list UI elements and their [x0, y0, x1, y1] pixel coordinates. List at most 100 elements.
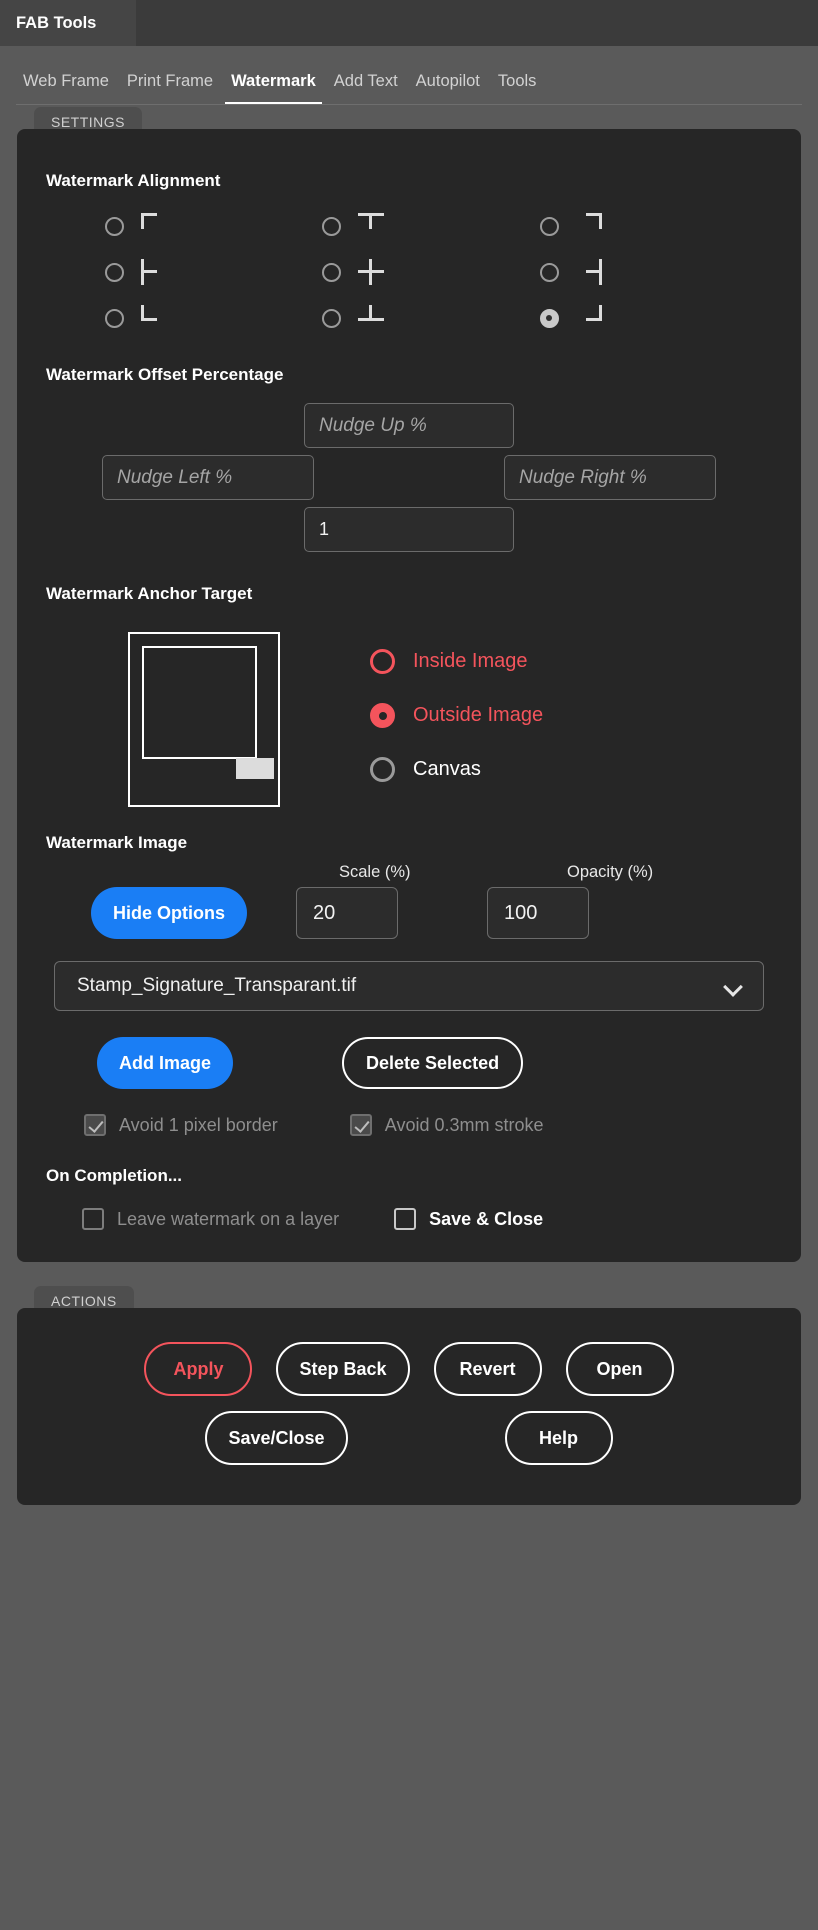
save-close-button[interactable]: Save/Close: [205, 1411, 348, 1465]
avoid-1px-border-checkbox[interactable]: Avoid 1 pixel border: [84, 1114, 278, 1136]
nudge-right-input[interactable]: Nudge Right %: [504, 455, 716, 500]
avoid-stroke-checkbox[interactable]: Avoid 0.3mm stroke: [349, 1114, 544, 1136]
radio-middle-left[interactable]: [105, 262, 124, 282]
radio-top-left[interactable]: [105, 216, 124, 236]
opacity-input[interactable]: 100: [487, 887, 589, 939]
corner-middle-center-icon: [358, 259, 385, 285]
help-button[interactable]: Help: [504, 1411, 613, 1465]
radio-top-center[interactable]: [322, 216, 342, 236]
tab-watermark[interactable]: Watermark: [222, 72, 325, 105]
radio-canvas[interactable]: [370, 757, 395, 782]
alignment-option-bottom-left[interactable]: [105, 305, 322, 331]
alignment-option-top-right[interactable]: [539, 213, 757, 239]
corner-top-right-icon: [576, 213, 602, 239]
actions-row-primary: Apply Step Back Revert Open: [17, 1308, 801, 1396]
actions-panel-wrapper: ACTIONS Apply Step Back Revert Open Save…: [17, 1286, 801, 1505]
alignment-option-top-left[interactable]: [105, 213, 322, 239]
radio-middle-right[interactable]: [539, 262, 559, 282]
opacity-value: 100: [504, 901, 538, 924]
add-image-button[interactable]: Add Image: [97, 1037, 234, 1089]
tab-print-frame[interactable]: Print Frame: [118, 72, 222, 105]
open-button[interactable]: Open: [565, 1342, 674, 1396]
hide-options-button[interactable]: Hide Options: [91, 887, 247, 939]
on-completion-heading: On Completion...: [46, 1166, 182, 1185]
settings-panel-wrapper: SETTINGS Watermark Alignment Watermark O…: [17, 107, 801, 1262]
save-and-close-checkbox[interactable]: Save & Close: [394, 1208, 543, 1230]
tab-web-frame[interactable]: Web Frame: [14, 72, 118, 105]
revert-button[interactable]: Revert: [433, 1342, 542, 1396]
tab-label: Web Frame: [23, 72, 109, 90]
apply-button[interactable]: Apply: [144, 1342, 253, 1396]
nudge-left-placeholder: Nudge Left %: [117, 466, 233, 488]
settings-panel: Watermark Alignment Watermark Offset Per…: [17, 129, 801, 1262]
radio-bottom-center[interactable]: [322, 308, 342, 328]
nudge-left-input[interactable]: Nudge Left %: [102, 455, 314, 500]
alignment-option-middle-right[interactable]: [539, 259, 757, 285]
title-bar-empty-area: [136, 0, 818, 46]
corner-bottom-left-icon: [141, 305, 167, 331]
step-back-button[interactable]: Step Back: [276, 1342, 410, 1396]
alignment-radio-grid: [17, 191, 801, 331]
watermark-offset-heading: Watermark Offset Percentage: [46, 365, 284, 384]
alignment-option-bottom-center[interactable]: [322, 305, 539, 331]
nudge-down-input[interactable]: 1: [304, 507, 514, 552]
radio-middle-center[interactable]: [322, 262, 342, 282]
anchor-target-row: Inside Image Outside Image Canvas: [17, 604, 801, 807]
radio-inside-image[interactable]: [370, 649, 395, 674]
chevron-down-icon: [725, 978, 741, 994]
tab-autopilot[interactable]: Autopilot: [407, 72, 489, 105]
nudge-up-field[interactable]: Nudge Up %: [304, 403, 514, 448]
radio-bottom-right[interactable]: [539, 308, 559, 328]
hide-options-label: Hide Options: [113, 902, 225, 923]
corner-middle-right-icon: [576, 259, 602, 285]
avoid-options-row: Avoid 1 pixel border Avoid 0.3mm stroke: [17, 1089, 801, 1136]
watermark-alignment-heading: Watermark Alignment: [46, 171, 221, 190]
revert-label: Revert: [459, 1358, 516, 1379]
corner-bottom-center-icon: [358, 305, 385, 331]
nudge-horizontal-row: Nudge Left % Nudge Right %: [17, 448, 801, 500]
anchor-preview-inner-frame: [142, 646, 257, 759]
delete-selected-label: Delete Selected: [366, 1052, 500, 1073]
save-close-label: Save/Close: [228, 1427, 325, 1448]
anchor-option-label: Outside Image: [413, 704, 544, 726]
tab-tools[interactable]: Tools: [489, 72, 546, 105]
radio-outside-image[interactable]: [370, 703, 395, 728]
watermark-anchor-heading: Watermark Anchor Target: [46, 584, 253, 603]
alignment-option-bottom-right[interactable]: [539, 305, 757, 331]
checkbox-icon[interactable]: [349, 1114, 372, 1136]
app-tab[interactable]: FAB Tools: [0, 0, 136, 46]
anchor-option-canvas[interactable]: Canvas: [370, 757, 543, 782]
leave-watermark-layer-checkbox[interactable]: Leave watermark on a layer: [82, 1208, 339, 1230]
watermark-file-select[interactable]: Stamp_Signature_Transparant.tif: [54, 961, 764, 1011]
checkbox-icon[interactable]: [394, 1208, 417, 1230]
anchor-option-outside-image[interactable]: Outside Image: [370, 703, 543, 728]
scale-opacity-labels: Scale (%) Opacity (%): [17, 853, 801, 882]
scale-value: 20: [313, 901, 336, 924]
checkbox-icon[interactable]: [82, 1208, 104, 1230]
radio-bottom-left[interactable]: [105, 308, 124, 328]
anchor-option-inside-image[interactable]: Inside Image: [370, 649, 543, 674]
nudge-down-field[interactable]: 1: [304, 507, 514, 552]
nudge-right-placeholder: Nudge Right %: [519, 466, 647, 488]
add-image-label: Add Image: [119, 1052, 212, 1073]
image-action-buttons: Add Image Delete Selected: [17, 1011, 801, 1089]
delete-selected-button[interactable]: Delete Selected: [342, 1037, 524, 1089]
leave-watermark-layer-label: Leave watermark on a layer: [117, 1208, 340, 1229]
actions-panel: Apply Step Back Revert Open Save/Close H…: [17, 1308, 801, 1505]
tab-list: Web Frame Print Frame Watermark Add Text…: [14, 72, 545, 105]
avoid-stroke-label: Avoid 0.3mm stroke: [384, 1114, 544, 1135]
scale-input[interactable]: 20: [296, 887, 398, 939]
corner-middle-left-icon: [141, 259, 167, 285]
tab-label: Add Text: [333, 72, 398, 90]
alignment-option-middle-left[interactable]: [105, 259, 322, 285]
alignment-option-top-center[interactable]: [322, 213, 539, 239]
tab-bar-divider: [16, 104, 802, 105]
alignment-option-middle-center[interactable]: [322, 259, 539, 285]
title-bar: FAB Tools: [0, 0, 818, 46]
step-back-label: Step Back: [299, 1358, 387, 1379]
tab-add-text[interactable]: Add Text: [325, 72, 407, 105]
nudge-down-value: 1: [319, 519, 330, 539]
checkbox-icon[interactable]: [84, 1114, 106, 1136]
radio-top-right[interactable]: [539, 216, 559, 236]
nudge-up-input[interactable]: Nudge Up %: [304, 403, 514, 448]
